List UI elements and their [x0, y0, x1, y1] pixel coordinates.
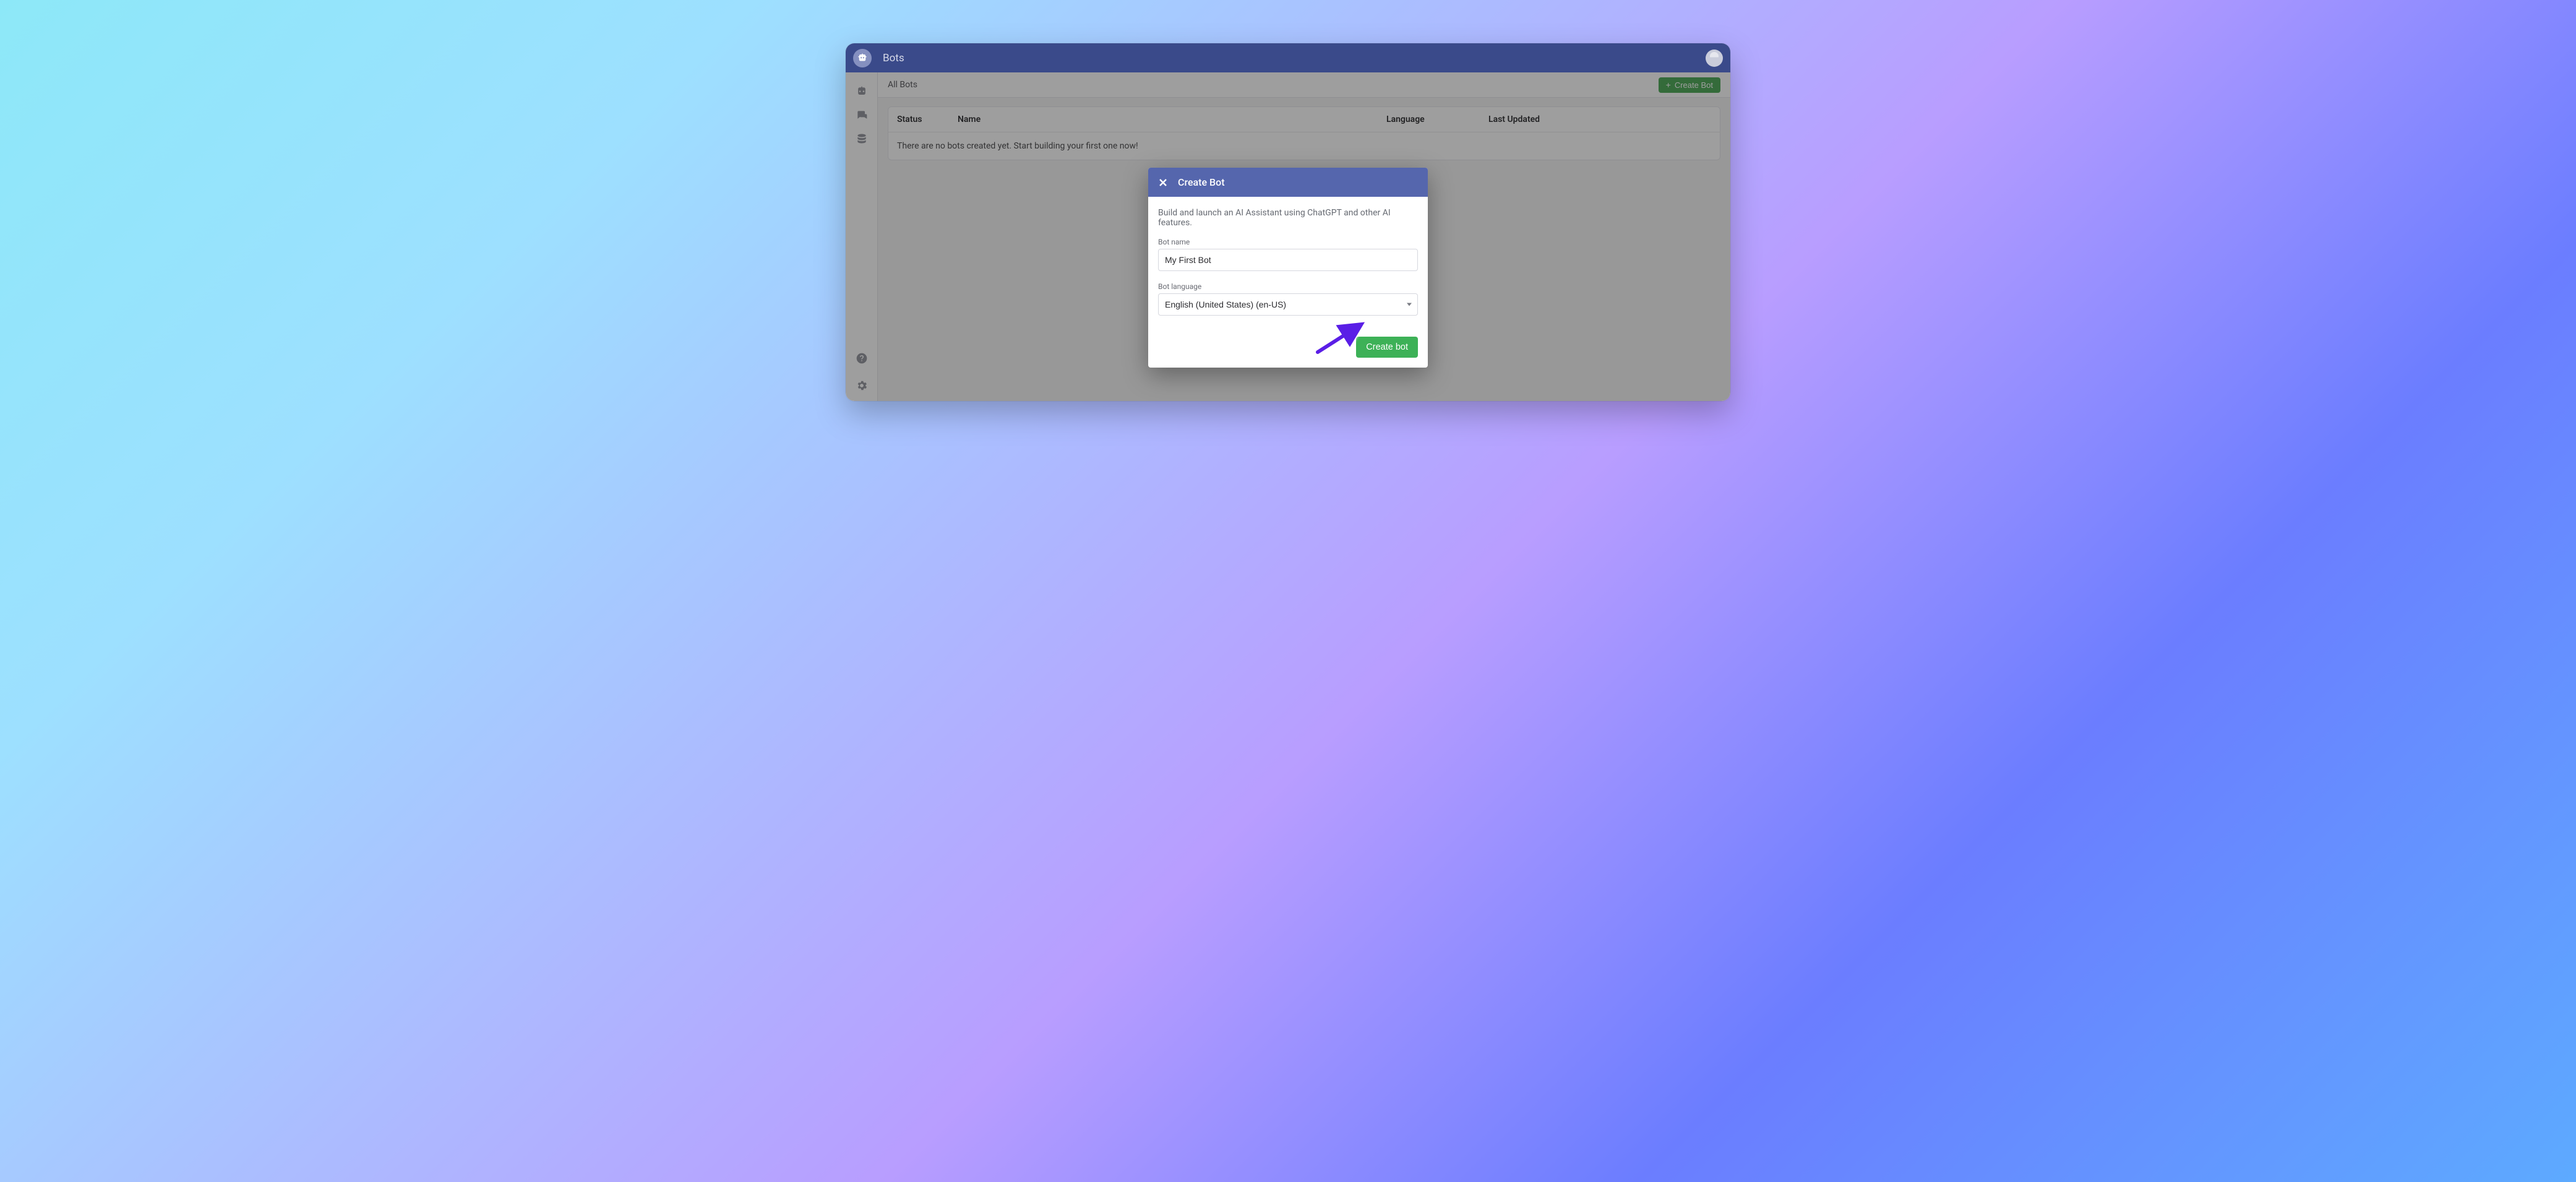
- bot-name-input[interactable]: [1158, 249, 1418, 271]
- modal-close-button[interactable]: [1158, 178, 1168, 188]
- app-logo[interactable]: [853, 49, 872, 67]
- robot-icon: [857, 53, 868, 64]
- modal-description: Build and launch an AI Assistant using C…: [1158, 208, 1418, 228]
- chevron-down-icon: [1407, 303, 1412, 306]
- app-body: All Bots + Create Bot Status Name Langua…: [846, 72, 1730, 401]
- modal-body: Build and launch an AI Assistant using C…: [1148, 197, 1428, 337]
- titlebar: Bots: [846, 43, 1730, 72]
- app-window: Bots All Bots +: [846, 43, 1730, 401]
- modal-title: Create Bot: [1178, 176, 1225, 188]
- bot-name-group: Bot name: [1158, 238, 1418, 271]
- bot-language-value[interactable]: [1158, 293, 1418, 316]
- bot-language-select[interactable]: [1158, 293, 1418, 316]
- modal-footer: Create bot: [1148, 337, 1428, 368]
- modal-header: Create Bot: [1148, 168, 1428, 197]
- bot-language-group: Bot language: [1158, 282, 1418, 316]
- bot-name-label: Bot name: [1158, 238, 1418, 246]
- user-avatar[interactable]: [1706, 50, 1723, 67]
- bot-language-label: Bot language: [1158, 282, 1418, 291]
- page-title: Bots: [883, 52, 904, 64]
- close-icon: [1158, 178, 1168, 188]
- create-bot-modal: Create Bot Build and launch an AI Assist…: [1148, 168, 1428, 368]
- create-bot-submit-button[interactable]: Create bot: [1356, 337, 1418, 358]
